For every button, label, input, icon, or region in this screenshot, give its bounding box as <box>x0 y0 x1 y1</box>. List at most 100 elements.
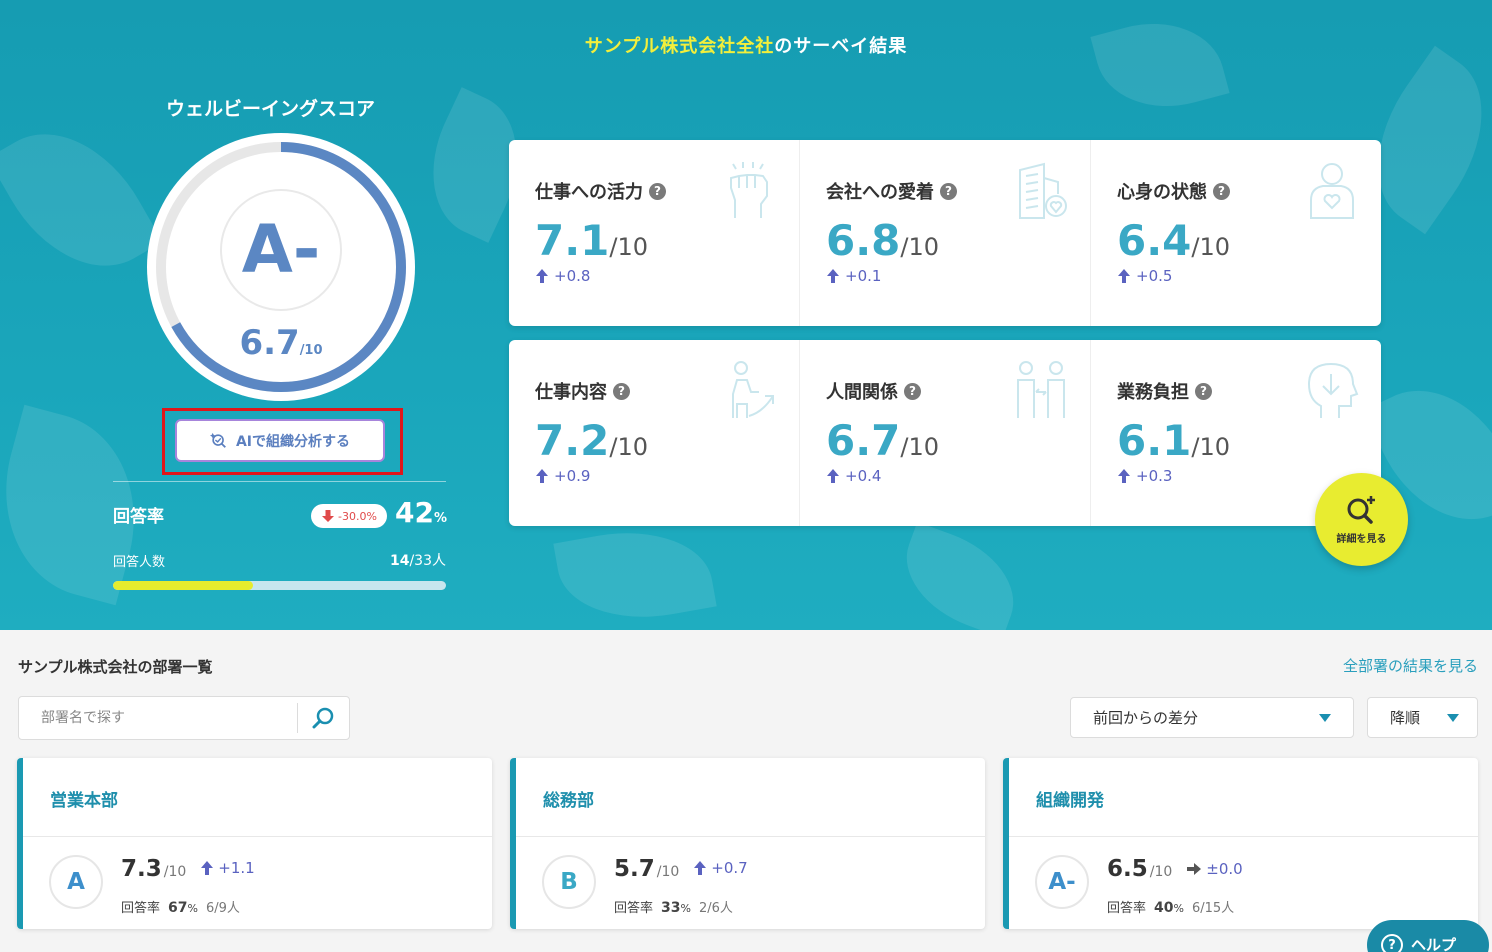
metric-score: 6.7 <box>826 416 901 465</box>
department-rate-label: 回答率 <box>614 901 654 916</box>
metric-diff-value: +0.9 <box>554 467 591 485</box>
metric-name: 会社への愛着 <box>826 182 934 203</box>
department-card[interactable]: 営業本部 A 7.3/10 +1.1 回答率 67% 6/9人 <box>17 758 492 929</box>
metric-diff: +0.9 <box>535 467 799 485</box>
department-search <box>18 696 350 740</box>
metric-name: 業務負担 <box>1117 382 1189 403</box>
chevron-down-icon <box>1447 713 1459 722</box>
search-icon <box>312 707 333 729</box>
help-icon[interactable]: ? <box>940 182 957 200</box>
response-progress-fill <box>113 581 253 590</box>
help-question-icon: ? <box>1381 934 1403 952</box>
department-card[interactable]: 組織開発 A- 6.5/10 ±0.0 回答率 40% 6/15人 <box>1003 758 1478 929</box>
help-icon[interactable]: ? <box>649 182 666 200</box>
metric-diff-value: +0.4 <box>845 467 882 485</box>
department-score-value: 7.3 <box>121 856 162 882</box>
divider <box>1009 836 1478 837</box>
respondent-count-value: 14 <box>389 553 410 569</box>
metric-card: 会社への愛着? 6.8/10 +0.1 <box>799 140 1090 326</box>
metric-diff: +0.8 <box>535 267 799 285</box>
respondent-count: 14/33人 <box>300 550 446 570</box>
decor-leaf <box>889 521 1031 630</box>
metric-score: 6.4 <box>1117 216 1192 265</box>
metric-score: 6.8 <box>826 216 901 265</box>
divider <box>113 481 446 482</box>
help-icon[interactable]: ? <box>1195 382 1212 400</box>
metric-value: 6.7/10 <box>826 416 1090 465</box>
help-button[interactable]: ? ヘルプ <box>1367 920 1489 952</box>
card-accent <box>17 758 23 929</box>
department-rate-unit: % <box>187 902 198 915</box>
metric-name: 心身の状態 <box>1117 182 1207 203</box>
metric-denominator: /10 <box>609 433 649 461</box>
decor-leaf <box>553 517 717 630</box>
help-label: ヘルプ <box>1411 936 1457 952</box>
metric-score: 7.1 <box>535 216 610 265</box>
decor-leaf <box>1090 6 1230 124</box>
department-rate-value: 40 <box>1154 900 1174 916</box>
arrow-up-icon <box>1118 269 1130 283</box>
department-score: 5.7/10 +0.7 <box>614 856 748 882</box>
metric-diff: +0.4 <box>826 467 1090 485</box>
arrow-up-icon <box>827 269 839 283</box>
ai-analysis-label: AIで組織分析する <box>235 433 351 450</box>
department-diff-value: +1.1 <box>218 859 255 877</box>
metric-name: 仕事内容 <box>535 382 607 403</box>
department-name: 総務部 <box>543 791 594 811</box>
metric-diff: +0.1 <box>826 267 1090 285</box>
help-icon[interactable]: ? <box>1213 182 1230 200</box>
department-grade: A <box>49 855 103 909</box>
department-rate-unit: % <box>1173 902 1184 915</box>
help-icon[interactable]: ? <box>904 382 921 400</box>
metric-diff-value: +0.5 <box>1136 267 1173 285</box>
wellbeing-grade: A- <box>241 211 321 288</box>
department-count: 6/15人 <box>1191 901 1235 916</box>
sort-order-select[interactable]: 降順 <box>1367 697 1478 738</box>
arrow-right-icon <box>1187 863 1202 875</box>
department-diff: ±0.0 <box>1186 860 1243 878</box>
all-departments-link[interactable]: 全部署の結果を見る <box>1320 655 1478 676</box>
department-score: 6.5/10 ±0.0 <box>1107 856 1243 882</box>
department-card[interactable]: 総務部 B 5.7/10 +0.7 回答率 33% 2/6人 <box>510 758 985 929</box>
wellbeing-label: ウェルビーイングスコア <box>166 98 376 120</box>
response-rate-value: 42% <box>395 496 447 529</box>
department-name: 営業本部 <box>50 791 118 811</box>
department-rate-value: 67 <box>168 900 188 916</box>
response-rate-change-badge: -30.0% <box>311 504 387 528</box>
help-icon[interactable]: ? <box>613 382 630 400</box>
two-people-icon <box>1017 361 1065 418</box>
metric-value: 7.2/10 <box>535 416 799 465</box>
department-grade: B <box>542 855 596 909</box>
sort-field-value: 前回からの差分 <box>1093 709 1199 727</box>
department-rate-label: 回答率 <box>121 901 161 916</box>
card-accent <box>510 758 516 929</box>
view-details-label: 詳細を見る <box>1336 534 1387 545</box>
divider <box>516 836 985 837</box>
card-accent <box>1003 758 1009 929</box>
department-score-denominator: /10 <box>656 864 680 880</box>
department-score-value: 6.5 <box>1107 856 1148 882</box>
view-details-button[interactable]: 詳細を見る <box>1315 473 1408 566</box>
department-response-rate: 回答率 33% 2/6人 <box>614 897 733 916</box>
wellbeing-score: 6.7/10 <box>147 323 415 363</box>
respondent-count-total: /33人 <box>409 553 446 569</box>
department-score-value: 5.7 <box>614 856 655 882</box>
sort-field-select[interactable]: 前回からの差分 <box>1070 697 1354 738</box>
search-button[interactable] <box>298 698 349 738</box>
metric-diff-value: +0.1 <box>845 267 882 285</box>
ai-analysis-button[interactable]: AIで組織分析する <box>175 419 385 462</box>
department-score-denominator: /10 <box>163 864 187 880</box>
department-diff: +0.7 <box>693 859 748 877</box>
department-rate-unit: % <box>680 902 691 915</box>
response-progress-bar <box>113 581 446 590</box>
department-search-input[interactable] <box>19 698 297 738</box>
response-rate-label: 回答率 <box>113 507 164 527</box>
department-count: 6/9人 <box>205 901 240 916</box>
metric-denominator: /10 <box>609 233 649 261</box>
metric-card: 人間関係? 6.7/10 +0.4 <box>799 340 1090 526</box>
page-title-rest: のサーベイ結果 <box>774 36 908 57</box>
department-score: 7.3/10 +1.1 <box>121 856 255 882</box>
arrow-down-icon <box>322 510 335 522</box>
department-response-rate: 回答率 67% 6/9人 <box>121 897 240 916</box>
wellbeing-score-ring: A- 6.7/10 <box>147 133 415 401</box>
